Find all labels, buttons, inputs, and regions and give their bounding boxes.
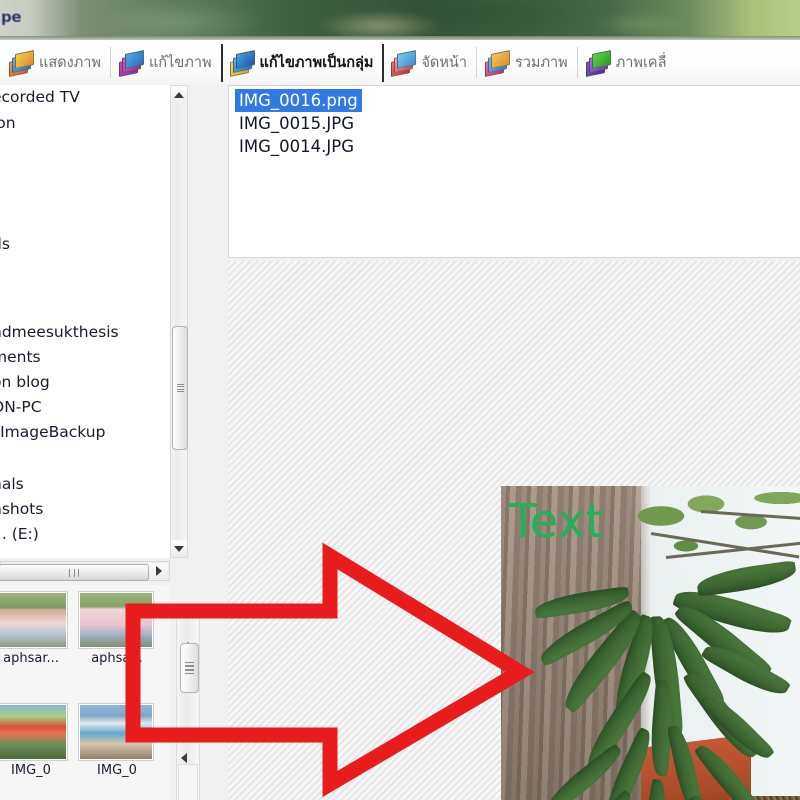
- thumbnail-vertical-scrollbar[interactable]: [176, 615, 200, 800]
- thumbnail-item[interactable]: aphsa...: [78, 591, 156, 666]
- triangle-left-icon: [181, 753, 187, 763]
- tree-item[interactable]: nshots: [0, 500, 43, 518]
- triangle-up-icon: [174, 91, 184, 98]
- tree-item[interactable]: ion: [0, 114, 16, 132]
- thumbnail-image-frame: [78, 703, 154, 761]
- tab-label: แก้ไขภาพเป็นกลุ่ม: [259, 55, 374, 71]
- scroll-right-button[interactable]: [149, 563, 168, 579]
- tab-label: แสดงภาพ: [39, 55, 101, 71]
- thumbnail-image-frame: [0, 703, 68, 761]
- stacked-photos-icon: [484, 49, 510, 77]
- stacked-photos-icon: [585, 49, 611, 77]
- thumbnail-image-frame: [0, 591, 68, 649]
- scrollbar-thumb[interactable]: [180, 643, 199, 693]
- triangle-down-icon: [174, 545, 184, 552]
- collapse-panel-button[interactable]: [181, 753, 187, 763]
- thumbnail-photo: [80, 593, 152, 647]
- tree-horizontal-scrollbar[interactable]: [0, 561, 170, 581]
- wallpaper-blur: [0, 0, 800, 40]
- scrollbar-thumb[interactable]: [172, 326, 188, 450]
- thumbnail-item[interactable]: IMG_0: [0, 703, 70, 778]
- watermark-text: Text: [509, 494, 605, 548]
- tab-edit-image[interactable]: แก้ไขภาพ: [109, 41, 221, 84]
- tree-item[interactable]: ments: [0, 348, 41, 366]
- stacked-photos-icon: [229, 49, 255, 77]
- thumbnail-caption: IMG_0: [97, 763, 137, 778]
- folder-tree-panel[interactable]: ecorded TV ion s ds ndmeesukthesis ments…: [0, 85, 171, 558]
- tree-item[interactable]: sImageBackup: [0, 423, 105, 441]
- thumbnail-image-frame: [78, 591, 154, 649]
- thumbnail-caption: aphsar...: [3, 651, 59, 666]
- triangle-right-icon: [155, 566, 162, 576]
- thumbnail-caption: aphsa...: [91, 651, 143, 666]
- tree-item[interactable]: ds: [0, 235, 10, 253]
- desktop-title-fragment: pe: [1, 8, 22, 26]
- file-list-item[interactable]: IMG_0015.JPG: [235, 112, 358, 135]
- file-list-item[interactable]: IMG_0016.png: [235, 89, 362, 112]
- desktop-background-strip: pe: [0, 0, 800, 40]
- thumbnail-item[interactable]: aphsar...: [0, 591, 70, 666]
- tab-show-image[interactable]: แสดงภาพ: [0, 41, 110, 84]
- preview-image[interactable]: Text: [501, 486, 800, 800]
- grip-icon: [176, 383, 184, 393]
- tree-item[interactable]: on blog: [0, 373, 50, 391]
- thumbnail-item[interactable]: IMG_0: [78, 703, 156, 778]
- image-canvas[interactable]: Text: [228, 261, 800, 800]
- scrollbar-thumb[interactable]: [0, 564, 149, 581]
- file-name-list[interactable]: IMG_0016.png IMG_0015.JPG IMG_0014.JPG: [228, 85, 800, 258]
- tab-ribbon: แสดงภาพ แก้ไขภาพ แก้ไขภาพเป็นกลุ่ม จัดหน…: [0, 40, 800, 86]
- tree-item[interactable]: ndmeesukthesis: [0, 323, 119, 341]
- tab-label: รวมภาพ: [514, 55, 568, 71]
- tab-label: ภาพเคลื่: [615, 55, 667, 71]
- grip-icon: [69, 568, 79, 577]
- tab-page-layout[interactable]: จัดหน้า: [382, 41, 476, 84]
- app-window: pe แสดงภาพ แก้ไขภาพ แก้ไขภาพเป็นกลุ่ม จั…: [0, 0, 800, 800]
- thumbnail-photo: [0, 705, 66, 759]
- tree-item[interactable]: ecorded TV: [0, 88, 80, 106]
- thumbnail-photo: [0, 593, 66, 647]
- file-list-item[interactable]: IMG_0014.JPG: [235, 135, 358, 158]
- tab-label: จัดหน้า: [421, 55, 467, 71]
- tab-label: แก้ไขภาพ: [148, 55, 212, 71]
- tree-item[interactable]: nals: [0, 475, 24, 493]
- thumbnail-photo: [80, 705, 152, 759]
- tree-vertical-scrollbar[interactable]: [170, 85, 188, 558]
- stacked-photos-icon: [391, 49, 417, 77]
- tab-combine-images[interactable]: รวมภาพ: [475, 41, 577, 84]
- tree-item[interactable]: ON-PC: [0, 398, 42, 416]
- window-body: ecorded TV ion s ds ndmeesukthesis ments…: [0, 85, 800, 800]
- stacked-photos-icon: [9, 49, 34, 77]
- scroll-down-button[interactable]: [171, 540, 187, 557]
- thumbnail-browser[interactable]: aphsar... aphsa... IMG_0 IMG_0: [0, 585, 170, 800]
- grip-icon: [185, 661, 194, 675]
- tab-animation[interactable]: ภาพเคลื่: [576, 41, 676, 84]
- tab-batch-edit-images[interactable]: แก้ไขภาพเป็นกลุ่ม: [220, 41, 383, 84]
- tree-item[interactable]: ... (E:): [0, 525, 39, 543]
- triangle-up-icon[interactable]: [183, 623, 193, 648]
- scrollbar-track[interactable]: [178, 764, 198, 800]
- thumbnail-caption: IMG_0: [11, 763, 51, 778]
- stacked-photos-icon: [118, 49, 144, 77]
- scroll-up-button[interactable]: [171, 86, 187, 103]
